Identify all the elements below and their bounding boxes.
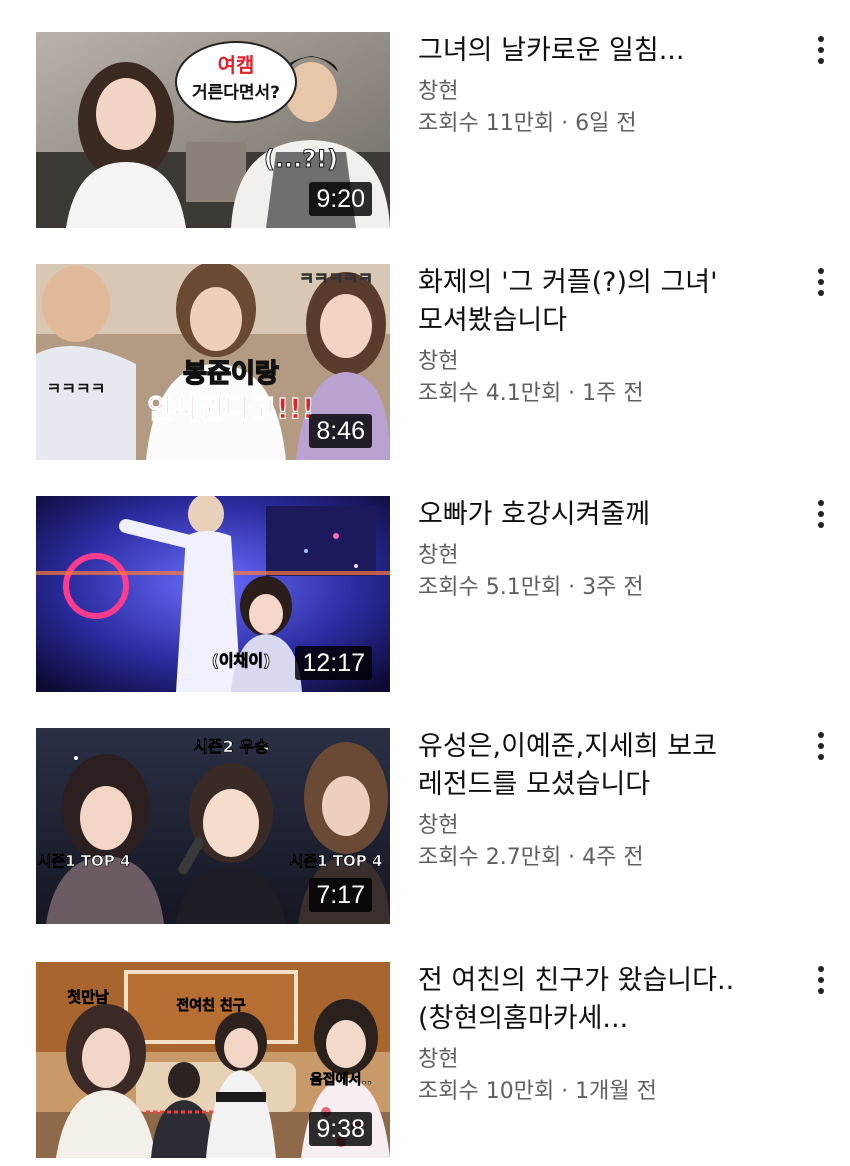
channel-name[interactable]: 창현	[418, 540, 788, 572]
thumb-caption: (이채이)	[212, 651, 271, 670]
video-thumbnail[interactable]: 여캠 거른다면서? (...?!) 9:20	[36, 32, 390, 228]
video-item[interactable]: 첫만남 전여친 친구 음접에서.. 9:38 전 여친의 친구가 왔습니다.. …	[0, 962, 850, 1162]
video-item[interactable]: ㅋㅋㅋㅋㅋ ㅋㅋㅋㅋ 봉준이랑 안사귄다고!!! 8:46 화제의 '그 커플(…	[0, 264, 850, 464]
video-title[interactable]: 오빠가 호강시켜줄께	[418, 496, 788, 534]
thumb-caption: 안사귄다고!!!	[147, 392, 314, 425]
thumb-caption: 음접에서..	[310, 1072, 372, 1088]
video-duration: 9:20	[309, 182, 372, 216]
video-title[interactable]: 그녀의 날카로운 일침...	[418, 32, 788, 70]
channel-name[interactable]: 창현	[418, 346, 788, 378]
video-duration: 7:17	[309, 878, 372, 912]
thumb-caption: ㅋㅋㅋㅋㅋ	[299, 269, 373, 288]
video-meta: 조회수 2.7만회 · 4주 전	[418, 845, 644, 870]
more-vert-icon[interactable]	[814, 36, 828, 70]
more-vert-icon[interactable]	[814, 966, 828, 1000]
thumb-caption: 거른다면서?	[192, 83, 280, 103]
video-duration: 8:46	[309, 414, 372, 448]
video-meta: 조회수 11만회 · 6일 전	[418, 111, 637, 136]
video-info: 오빠가 호강시켜줄께 창현 조회수 5.1만회 · 3주 전	[418, 496, 788, 604]
video-title[interactable]: 유성은,이예준,지세희 보코 레전드를 모셨습니다	[418, 728, 788, 804]
video-item[interactable]: (이채이) 12:17 오빠가 호강시켜줄께 창현 조회수 5.1만회 · 3주…	[0, 496, 850, 696]
more-vert-icon[interactable]	[814, 732, 828, 766]
thumb-caption: ㅋㅋㅋㅋ	[47, 379, 106, 398]
video-info: 전 여친의 친구가 왔습니다.. (창현의홈마카세... 창현 조회수 10만회…	[418, 962, 788, 1108]
channel-name[interactable]: 창현	[418, 76, 788, 108]
video-duration: 12:17	[295, 646, 372, 680]
video-thumbnail[interactable]: ㅋㅋㅋㅋㅋ ㅋㅋㅋㅋ 봉준이랑 안사귄다고!!! 8:46	[36, 264, 390, 460]
thumb-caption: 여캠	[218, 53, 255, 77]
video-info: 그녀의 날카로운 일침... 창현 조회수 11만회 · 6일 전	[418, 32, 788, 140]
video-title[interactable]: 전 여친의 친구가 왔습니다.. (창현의홈마카세...	[418, 962, 788, 1038]
more-vert-icon[interactable]	[814, 500, 828, 534]
thumb-caption: 전여친 친구	[176, 997, 245, 1014]
more-vert-icon[interactable]	[814, 268, 828, 302]
video-item[interactable]: 여캠 거른다면서? (...?!) 9:20 그녀의 날카로운 일침... 창현…	[0, 32, 850, 232]
thumb-caption: 시즌2 우승	[193, 737, 269, 756]
video-meta: 조회수 5.1만회 · 3주 전	[418, 575, 644, 600]
video-meta: 조회수 10만회 · 1개월 전	[418, 1079, 657, 1104]
video-info: 유성은,이예준,지세희 보코 레전드를 모셨습니다 창현 조회수 2.7만회 ·…	[418, 728, 788, 874]
video-title[interactable]: 화제의 '그 커플(?)의 그녀' 모셔봤습니다	[418, 264, 788, 340]
thumb-caption: 봉준이랑	[183, 359, 279, 389]
video-meta: 조회수 4.1만회 · 1주 전	[418, 381, 644, 406]
video-info: 화제의 '그 커플(?)의 그녀' 모셔봤습니다 창현 조회수 4.1만회 · …	[418, 264, 788, 410]
thumb-caption: (...?!)	[264, 145, 338, 173]
thumb-caption: 시즌1 TOP 4	[38, 852, 131, 870]
channel-name[interactable]: 창현	[418, 1044, 788, 1076]
video-thumbnail[interactable]: 시즌2 우승 시즌1 TOP 4 시즌1 TOP 4 7:17	[36, 728, 390, 924]
video-duration: 9:38	[309, 1112, 372, 1146]
thumb-caption: 시즌1 TOP 4	[290, 852, 383, 870]
video-thumbnail[interactable]: (이채이) 12:17	[36, 496, 390, 692]
thumb-caption: 첫만남	[67, 988, 109, 1006]
video-item[interactable]: 시즌2 우승 시즌1 TOP 4 시즌1 TOP 4 7:17 유성은,이예준,…	[0, 728, 850, 928]
video-thumbnail[interactable]: 첫만남 전여친 친구 음접에서.. 9:38	[36, 962, 390, 1158]
channel-name[interactable]: 창현	[418, 810, 788, 842]
